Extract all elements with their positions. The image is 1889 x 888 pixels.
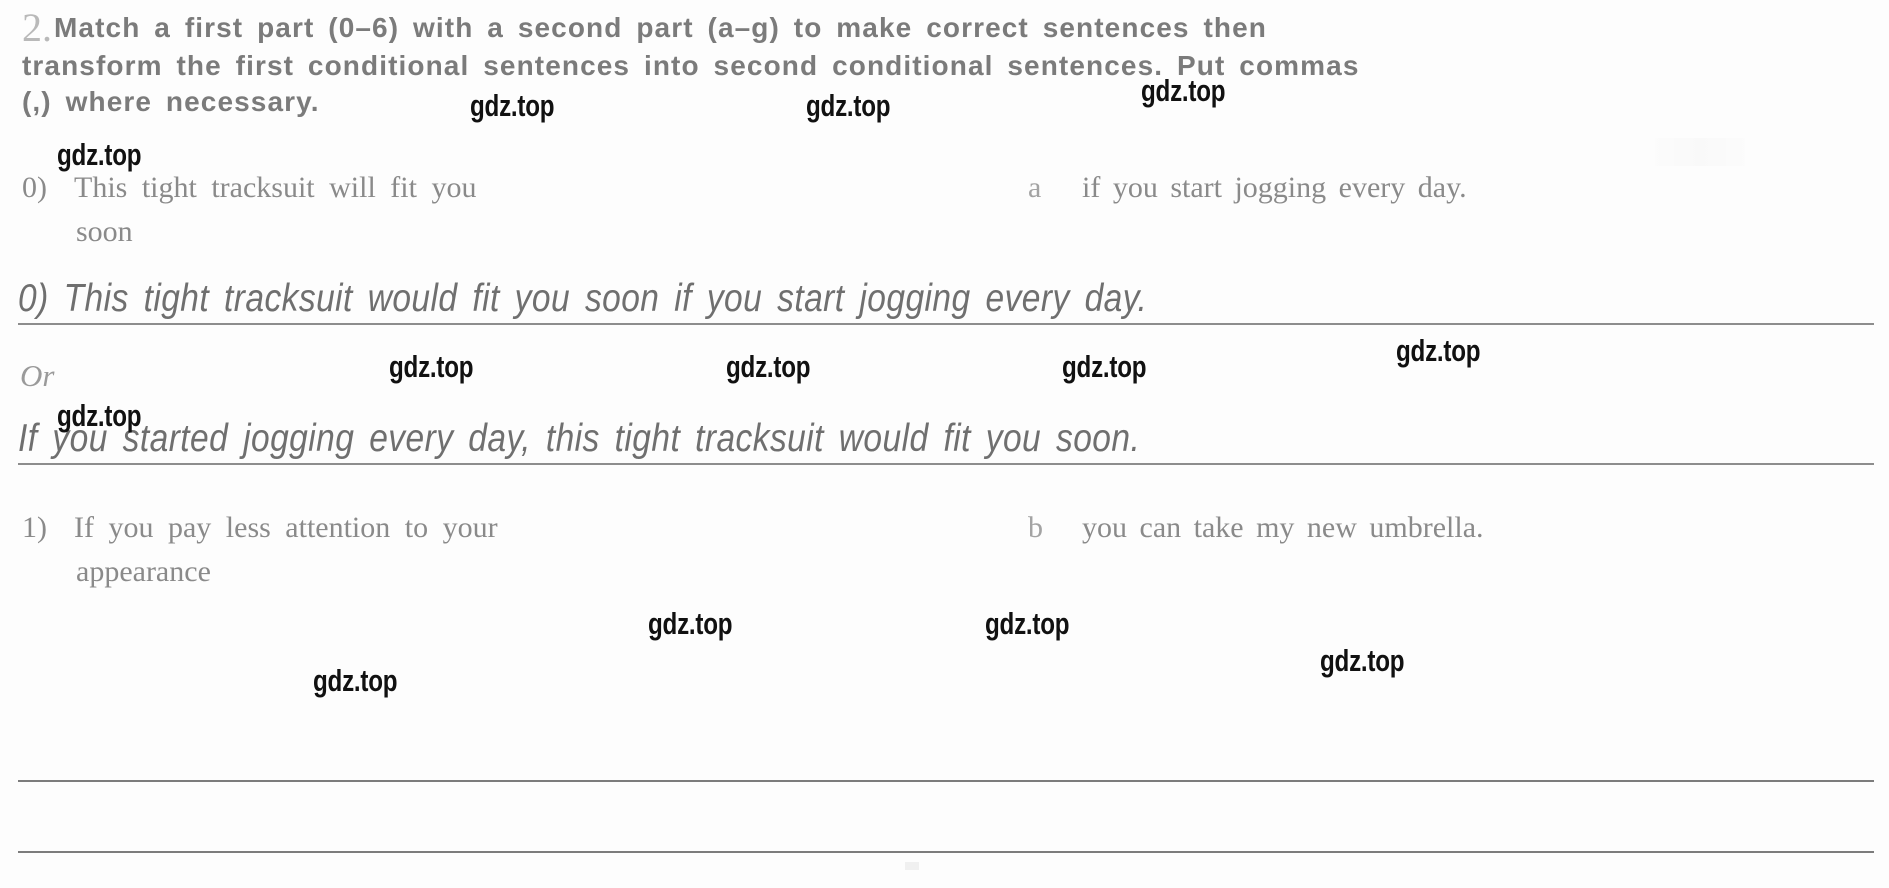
- watermark-4: gdz.top: [389, 349, 474, 384]
- watermark-9: gdz.top: [648, 606, 733, 641]
- watermark-3: gdz.top: [57, 137, 142, 172]
- item-0-left-text-cont: soon: [76, 215, 133, 248]
- item-1-left-text-cont: appearance: [76, 555, 211, 588]
- instruction-line-1: 2.Match a first part (0–6) with a second…: [22, 8, 1872, 48]
- item-1-left-text: If you pay less attention to your: [74, 511, 498, 544]
- watermark-0: gdz.top: [470, 88, 555, 123]
- exercise-heading: 2.Match a first part (0–6) with a second…: [22, 8, 1872, 120]
- item-1-right-part: you can take my new umbrella.: [1082, 511, 1484, 544]
- watermark-6: gdz.top: [1062, 349, 1147, 384]
- answer-text-first: 0) This tight tracksuit would fit you so…: [18, 277, 1148, 320]
- item-0-match-letter: a: [1028, 171, 1042, 204]
- watermark-7: gdz.top: [1396, 333, 1481, 368]
- item-1-match-letter: b: [1028, 511, 1043, 544]
- answer-or-label: Or: [20, 358, 55, 393]
- instruction-line-2: transform the first conditional sentence…: [22, 50, 1360, 81]
- instruction-text-1: Match a first part (0–6) with a second p…: [54, 12, 1267, 43]
- blank-answer-line-1[interactable]: [18, 780, 1874, 782]
- answer-line-second[interactable]: If you started jogging every day, this t…: [18, 413, 1874, 465]
- scan-artifact: [1655, 138, 1745, 166]
- watermark-12: gdz.top: [313, 663, 398, 698]
- answer-line-first[interactable]: 0) This tight tracksuit would fit you so…: [18, 273, 1874, 325]
- watermark-8: gdz.top: [57, 398, 142, 433]
- watermark-1: gdz.top: [806, 88, 891, 123]
- item-0-left-text: This tight tracksuit will fit you: [74, 171, 477, 204]
- blank-answer-line-2[interactable]: [18, 851, 1874, 853]
- watermark-5: gdz.top: [726, 349, 811, 384]
- item-0-left-part: 0) This tight tracksuit will fit you soon: [22, 166, 1002, 254]
- watermark-2: gdz.top: [1141, 73, 1226, 108]
- watermark-10: gdz.top: [985, 606, 1070, 641]
- scan-artifact-bottom: [905, 862, 919, 870]
- instruction-line-3: (,) where necessary.: [22, 86, 320, 117]
- watermark-11: gdz.top: [1320, 643, 1405, 678]
- answer-text-second: If you started jogging every day, this t…: [18, 417, 1141, 460]
- item-0-right-part: if you start jogging every day.: [1082, 171, 1467, 204]
- exercise-number: 2.: [22, 5, 52, 50]
- item-1-number: 1): [22, 511, 47, 544]
- item-1-left-part: 1) If you pay less attention to your appe…: [22, 506, 1002, 594]
